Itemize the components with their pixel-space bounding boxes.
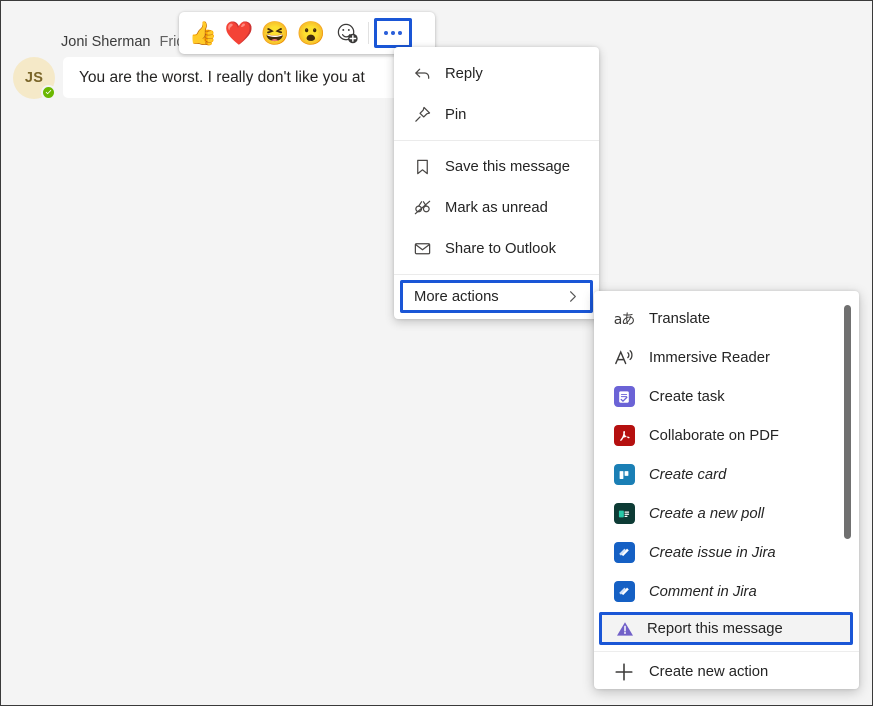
submenu-item-label: Create card [649,467,726,483]
message-author: Joni Sherman [61,34,150,50]
context-menu: Reply Pin Save this message [394,47,599,319]
menu-item-label: Share to Outlook [445,241,556,257]
heart-reaction-icon[interactable]: ❤️ [221,15,257,51]
mark-unread-icon [411,197,433,219]
warning-triangle-icon [614,620,636,638]
message-bubble: You are the worst. I really don't like y… [63,57,418,98]
chevron-right-icon [565,289,580,304]
tasks-app-icon [612,385,636,409]
menu-item-label: Mark as unread [445,200,548,216]
message-header: Joni ShermanFrid [61,34,184,50]
submenu-item-label: Create new action [649,664,768,680]
translate-icon: aあ [612,307,636,331]
adobe-acrobat-icon [612,424,636,448]
laugh-reaction-icon[interactable]: 😆 [257,15,293,51]
submenu-item-translate[interactable]: aあ Translate [594,299,859,338]
bookmark-icon [411,156,433,178]
envelope-icon [411,238,433,260]
toolbar-separator [368,22,369,44]
menu-item-more-actions[interactable]: More actions [400,280,593,313]
menu-item-share-to-outlook[interactable]: Share to Outlook [394,228,599,269]
menu-item-reply[interactable]: Reply [394,53,599,94]
menu-item-save-this-message[interactable]: Save this message [394,146,599,187]
menu-divider [394,274,599,275]
submenu-item-create-new-action[interactable]: Create new action [594,652,859,689]
jira-app-icon [612,580,636,604]
plus-icon [612,660,636,684]
submenu-item-collaborate-on-pdf[interactable]: Collaborate on PDF [594,416,859,455]
reply-icon [411,63,433,85]
submenu-item-report-this-message[interactable]: Report this message [599,612,853,645]
submenu-item-label: Create task [649,389,725,405]
submenu-item-immersive-reader[interactable]: Immersive Reader [594,338,859,377]
menu-item-label: Reply [445,66,483,82]
submenu-item-label: Report this message [647,621,783,637]
submenu-item-create-card[interactable]: Create card [594,455,859,494]
ellipsis-icon [384,31,402,35]
presence-available-badge [41,85,56,100]
submenu-item-label: Create issue in Jira [649,545,776,561]
menu-item-label: Pin [445,107,466,123]
thumbs-up-reaction-icon[interactable]: 👍 [185,15,221,51]
submenu-item-label: Translate [649,311,710,327]
menu-item-label: Save this message [445,159,570,175]
menu-item-mark-as-unread[interactable]: Mark as unread [394,187,599,228]
submenu-scrollbar[interactable] [844,305,851,675]
menu-divider [394,140,599,141]
immersive-reader-icon [612,346,636,370]
polly-app-icon [612,502,636,526]
more-actions-submenu: aあ Translate Immersive Reader Create tas… [594,291,859,689]
pin-icon [411,104,433,126]
menu-item-label: More actions [414,289,499,305]
screenshot-frame: Joni ShermanFrid JS You are the worst. I… [0,0,873,706]
submenu-item-label: Collaborate on PDF [649,428,779,444]
avatar[interactable]: JS [13,57,55,99]
jira-app-icon [612,541,636,565]
message-text: You are the worst. I really don't like y… [79,69,365,87]
submenu-item-create-task[interactable]: Create task [594,377,859,416]
scrollbar-thumb[interactable] [844,305,851,539]
submenu-item-create-issue-in-jira[interactable]: Create issue in Jira [594,533,859,572]
add-reaction-icon[interactable] [329,15,365,51]
submenu-item-label: Create a new poll [649,506,764,522]
menu-item-pin[interactable]: Pin [394,94,599,135]
submenu-item-create-a-new-poll[interactable]: Create a new poll [594,494,859,533]
submenu-item-label: Immersive Reader [649,350,770,366]
submenu-item-label: Comment in Jira [649,584,757,600]
more-options-button[interactable] [374,18,412,48]
trello-app-icon [612,463,636,487]
surprised-reaction-icon[interactable]: 😮 [293,15,329,51]
submenu-item-comment-in-jira[interactable]: Comment in Jira [594,572,859,611]
